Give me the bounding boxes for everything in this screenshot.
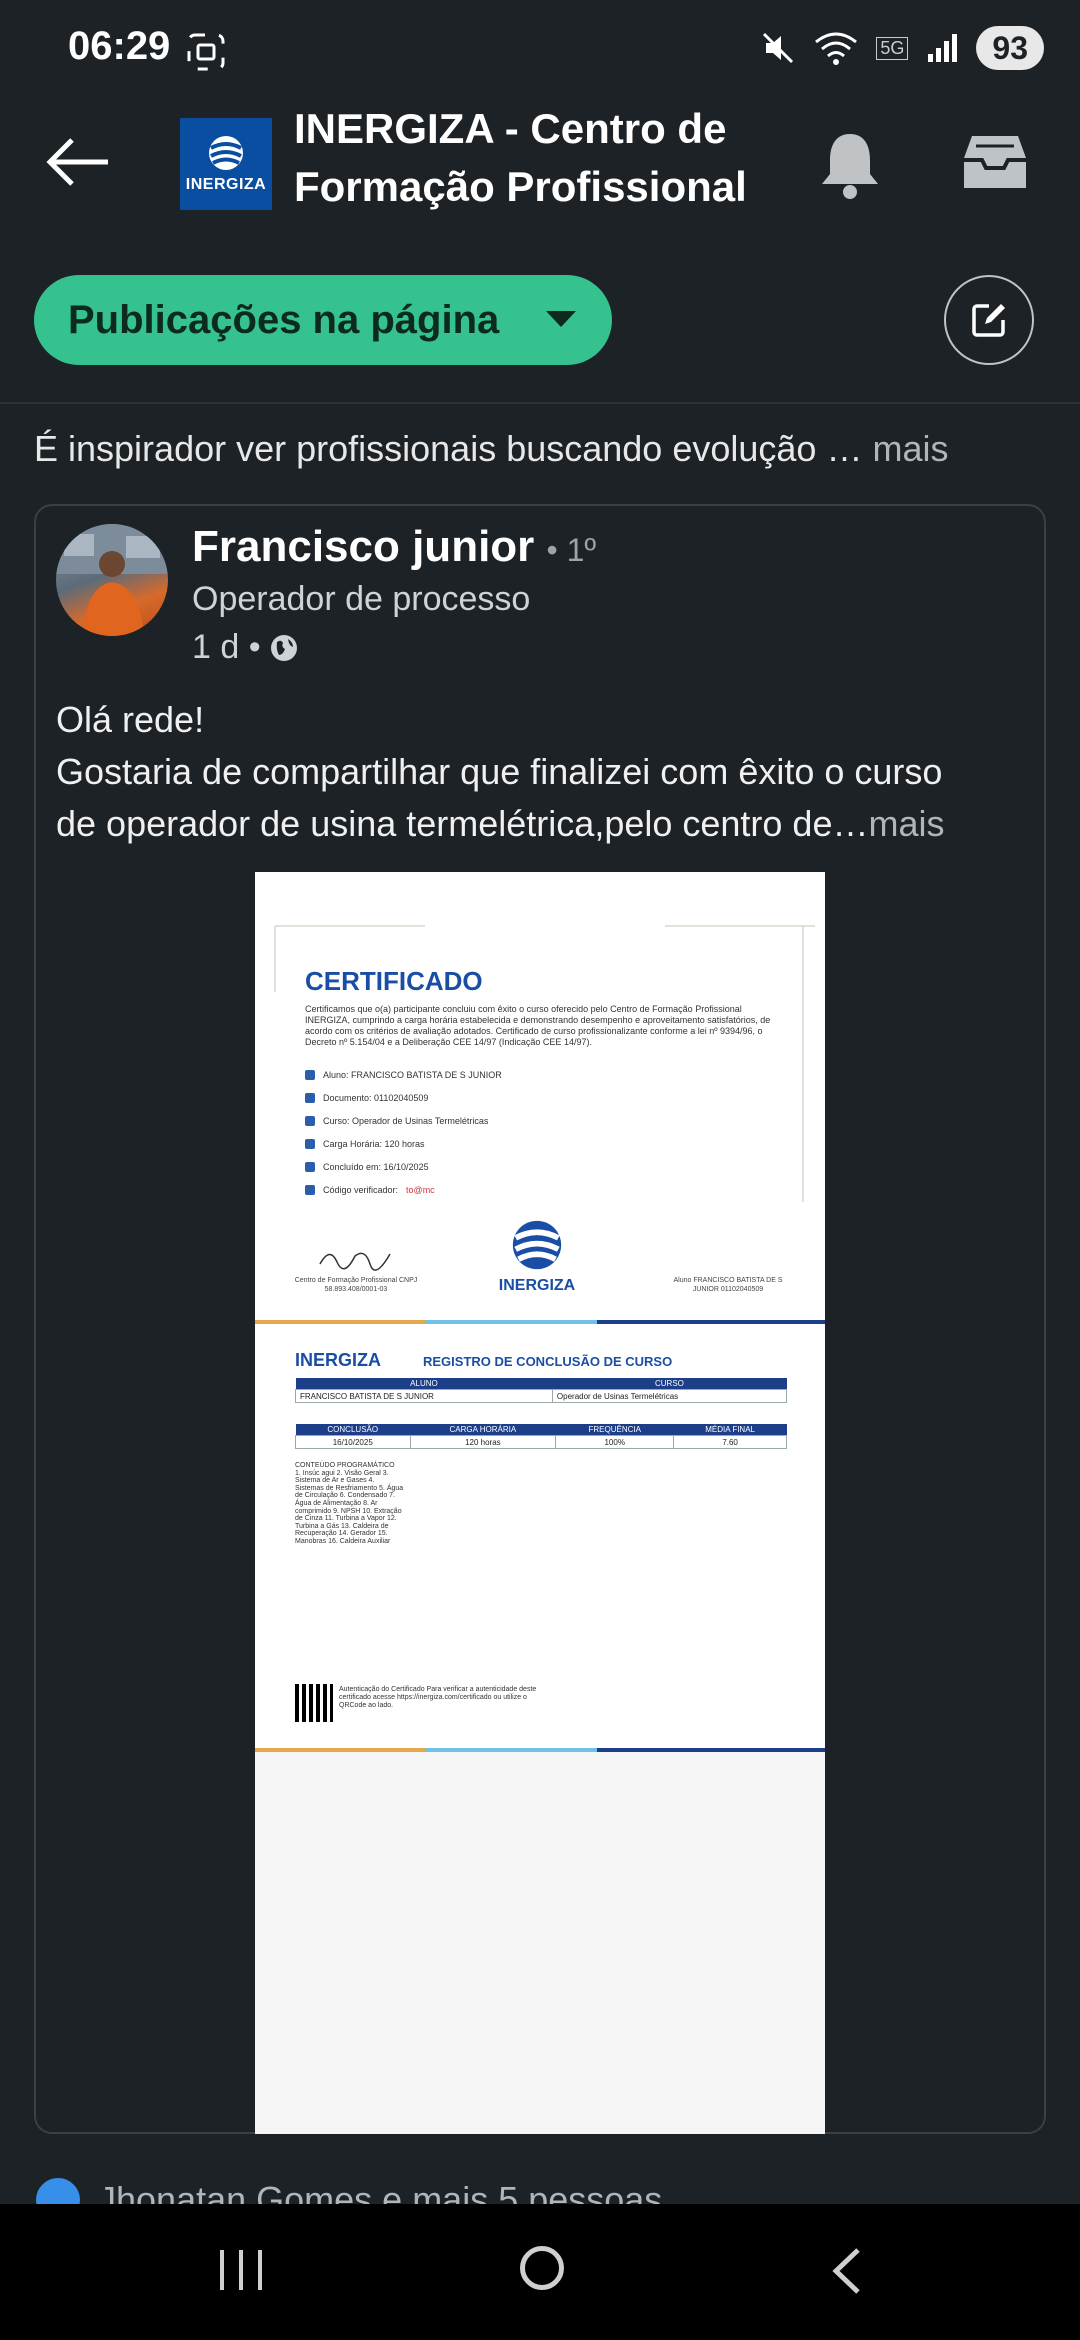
register-logo: INERGIZA [295,1350,382,1370]
signal-icon [928,34,958,62]
screenshot-icon [187,33,225,71]
signature-mark [319,1252,391,1271]
certificate-title: CERTIFICADO [305,966,483,996]
filter-label: Publicações na página [68,297,500,342]
bell-icon[interactable] [818,130,882,200]
globe-logo-icon [209,136,243,170]
book-icon [305,1116,315,1126]
status-bar: 06:29 5G 93 [0,0,1080,100]
register-title: REGISTRO DE CONCLUSÃO DE CURSO [423,1354,673,1369]
post-text-line: de operador de usina termelétrica,pelo c… [56,803,869,844]
avatar[interactable] [56,524,168,636]
table-cell: FRANCISCO BATISTA DE S JUNIOR [295,1389,553,1403]
certificate-page: CERTIFICADO Certificamos que o(a) partic… [255,872,825,1752]
color-stripe [255,1320,825,1324]
cert-document: Documento: 01102040509 [305,1093,428,1103]
inbox-icon[interactable] [962,132,1028,192]
home-button[interactable] [520,2246,564,2290]
table-header: MÉDIA FINAL [673,1424,787,1436]
user-icon [305,1070,315,1080]
color-stripe [255,1748,825,1752]
status-time: 06:29 [68,24,171,68]
battery-level: 93 [976,26,1044,70]
id-card-icon [305,1093,315,1103]
table-cell: Operador de Usinas Termelétricas [551,1389,788,1403]
post-time: 1 d • [192,628,261,666]
cert-code-value: to@mc [406,1185,435,1195]
cert-hours: Carga Horária: 120 horas [305,1139,425,1149]
status-icons: 5G 93 [760,26,1044,70]
post-text-line: Olá rede! [56,699,205,740]
cert-hours-text: Carga Horária: 120 horas [323,1139,425,1149]
intro-snippet: É inspirador ver profissionais buscando … [34,428,863,469]
clock-icon [305,1139,315,1149]
page-title[interactable]: INERGIZA - Centro de Formação Profission… [294,100,774,216]
post-text-line: Gostaria de compartilhar que finalizei c… [56,751,943,792]
intro-text[interactable]: É inspirador ver profissionais buscando … [34,428,948,470]
post-meta: 1 d • [192,628,299,667]
table-cell: 100% [555,1435,675,1449]
post-body[interactable]: Olá rede! Gostaria de compartilhar que f… [56,694,1036,850]
post-image-certificate[interactable]: CERTIFICADO Certificamos que o(a) partic… [255,872,825,2134]
table-header: CURSO [552,1378,787,1390]
completion-table: CONCLUSÃO CARGA HORÁRIA FREQUÊNCIA MÉDIA… [295,1424,787,1449]
certificate-logo: INERGIZA [495,1218,579,1295]
program-content-list: 1. Insúc agui 2. Visão Geral 3. Sistema … [295,1469,404,1545]
edit-post-button[interactable] [944,275,1034,365]
student-course-table: ALUNO CURSO FRANCISCO BATISTA DE S JUNIOR… [295,1378,788,1403]
recent-apps-icon[interactable] [218,2250,264,2290]
cert-date-text: Concluído em: 16/10/2025 [323,1162,429,1172]
qr-code [295,1684,333,1722]
wifi-icon [815,32,858,65]
author-headline: Operador de processo [192,580,531,618]
table-cell: 7.60 [673,1435,787,1449]
filter-dropdown[interactable]: Publicações na página [34,275,612,365]
author-label: Francisco junior [192,522,535,571]
table-header: CARGA HORÁRIA [410,1424,556,1436]
authentication-note: Autenticação do Certificado Para verific… [339,1686,537,1709]
table-header: ALUNO [295,1378,553,1390]
back-arrow-icon[interactable] [42,130,122,210]
cert-course: Curso: Operador de Usinas Termelétricas [305,1116,488,1126]
nav-back-icon[interactable] [828,2246,868,2296]
company-logo[interactable]: INERGIZA [180,118,272,210]
cert-student: Aluno: FRANCISCO BATISTA DE S JUNIOR [305,1070,502,1080]
cert-logo-text: INERGIZA [498,1277,576,1294]
mute-icon [763,32,794,64]
see-more-link[interactable]: mais [872,428,948,469]
avatar-photo [56,524,168,636]
table-cell: 120 horas [409,1435,557,1449]
signature-right: Aluno FRANCISCO BATISTA DE S JUNIOR 0110… [673,1277,783,1293]
certificate-body: Certificamos que o(a) participante concl… [305,1004,771,1047]
program-content: CONTEÚDO PROGRAMÁTICO 1. Insúc agui 2. V… [295,1462,405,1546]
cert-code-label: Código verificador: [323,1185,399,1195]
see-more-link[interactable]: mais [868,803,944,844]
table-header: CONCLUSÃO [295,1424,411,1436]
divider [0,402,1080,404]
network-badge: 5G [876,36,909,60]
cert-document-text: Documento: 01102040509 [323,1093,429,1103]
author-name[interactable]: Francisco junior • 1º [192,522,596,572]
globe-icon [270,634,297,661]
table-header: FREQUÊNCIA [555,1424,674,1436]
pencil-icon [972,304,1005,337]
globe-logo-icon [512,1220,562,1270]
cert-code: Código verificador: to@mc [305,1185,435,1195]
signature-left: Centro de Formação Profissional CNPJ 58.… [294,1277,418,1293]
cert-course-text: Curso: Operador de Usinas Termelétricas [323,1116,489,1126]
table-cell: 16/10/2025 [295,1435,411,1449]
logo-label: INERGIZA [185,176,267,193]
chevron-down-icon [546,311,576,327]
connection-degree: • 1º [546,532,597,568]
calendar-icon [305,1162,315,1172]
cert-date: Concluído em: 16/10/2025 [305,1162,429,1172]
program-content-title: CONTEÚDO PROGRAMÁTICO [295,1462,395,1469]
cert-student-text: Aluno: FRANCISCO BATISTA DE S JUNIOR [323,1070,502,1080]
lock-icon [305,1185,315,1195]
